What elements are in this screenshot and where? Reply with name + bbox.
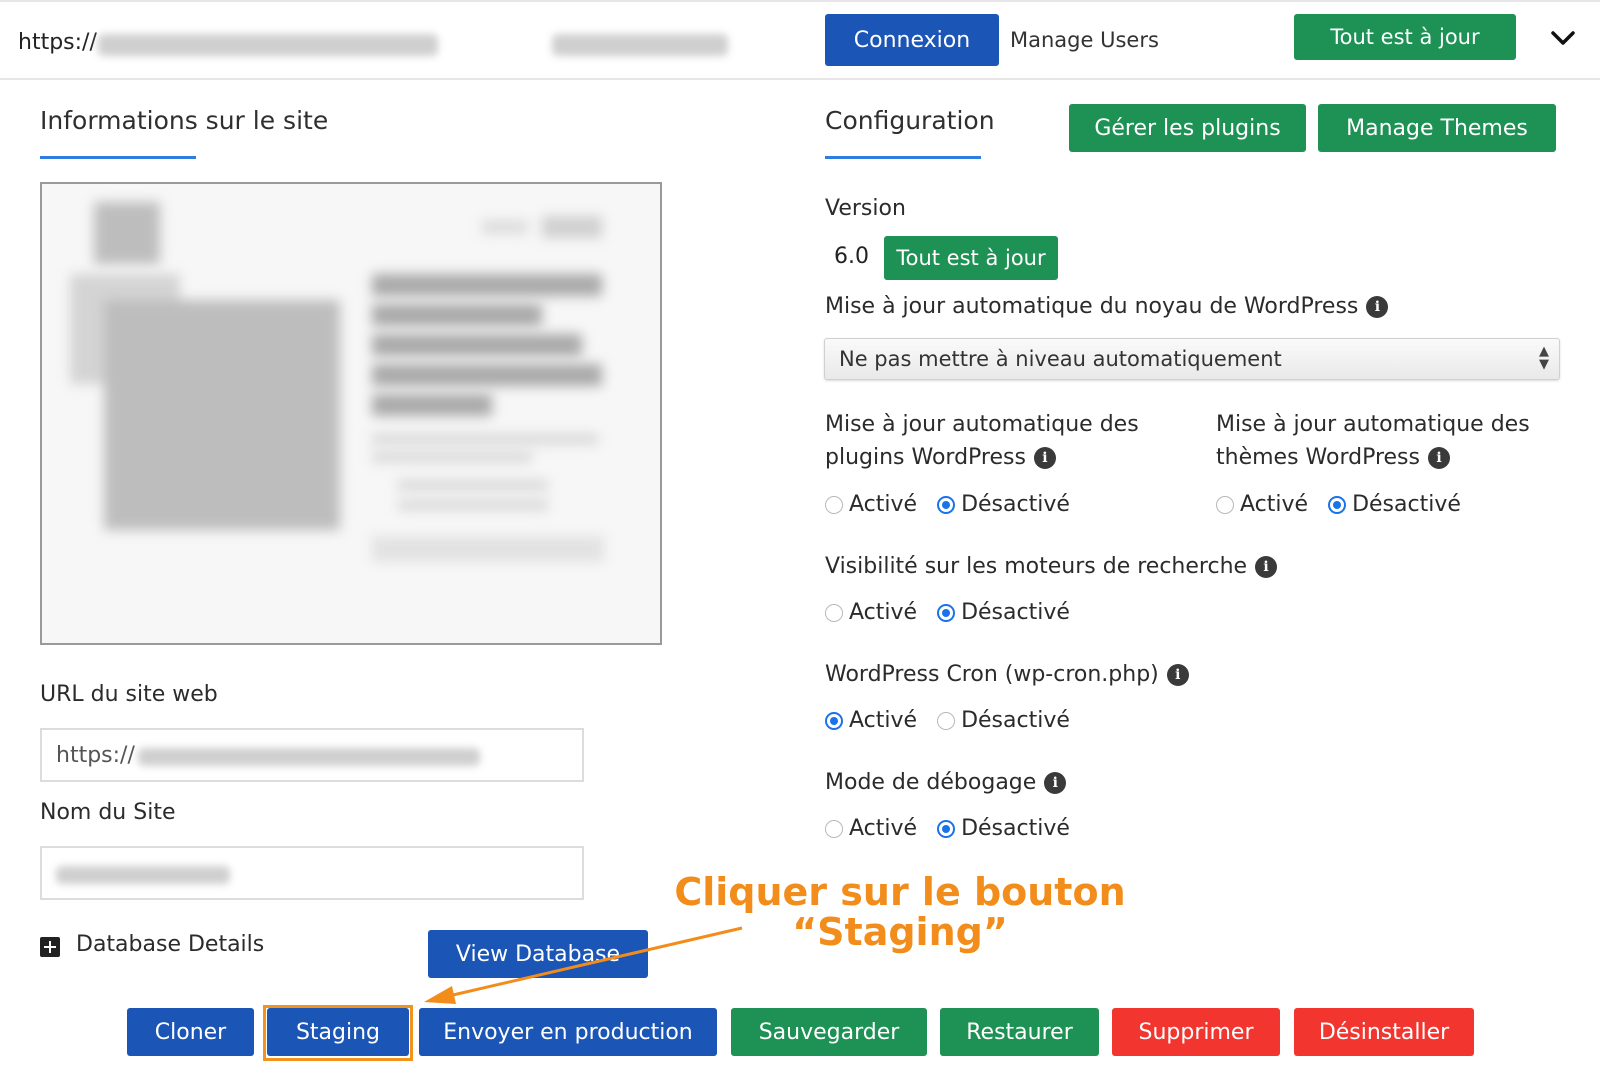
info-icon[interactable]: i bbox=[1033, 447, 1056, 469]
debug-label: Mode de débogage i bbox=[825, 766, 1067, 799]
themes-update-line2: thèmes WordPress bbox=[1216, 445, 1420, 470]
info-icon[interactable]: i bbox=[1427, 447, 1450, 469]
radio-label: Activé bbox=[1240, 492, 1309, 517]
annotation-line1: Cliquer sur le bouton bbox=[674, 870, 1126, 914]
url-input[interactable]: https:// bbox=[40, 728, 584, 782]
restore-button[interactable]: Restaurer bbox=[940, 1008, 1099, 1056]
radio-checked[interactable] bbox=[825, 711, 843, 730]
radio-unchecked[interactable] bbox=[825, 603, 843, 622]
delete-button[interactable]: Supprimer bbox=[1112, 1008, 1280, 1056]
core-update-label: Mise à jour automatique du noyau de Word… bbox=[825, 290, 1389, 323]
info-icon[interactable]: i bbox=[1044, 772, 1067, 794]
manage-plugins-button[interactable]: Gérer les plugins bbox=[1069, 104, 1306, 152]
login-button[interactable]: Connexion bbox=[825, 14, 999, 66]
themes-update-label: Mise à jour automatique des thèmes WordP… bbox=[1216, 408, 1530, 474]
info-icon[interactable]: i bbox=[1255, 556, 1278, 578]
debug-radios: Activé Désactivé bbox=[825, 816, 1090, 841]
radio-label: Activé bbox=[849, 492, 918, 517]
search-visibility-off[interactable]: Désactivé bbox=[937, 600, 1070, 625]
site-name-label: Nom du Site bbox=[40, 800, 176, 825]
site-info-underline bbox=[40, 156, 196, 159]
database-details-label[interactable]: Database Details bbox=[76, 932, 264, 957]
site-url-prefix: https:// bbox=[18, 30, 97, 55]
chevron-down-icon[interactable] bbox=[1548, 24, 1578, 54]
radio-unchecked[interactable] bbox=[1216, 495, 1234, 514]
site-name-input[interactable] bbox=[40, 846, 584, 900]
radio-label: Désactivé bbox=[961, 492, 1070, 517]
themes-update-on[interactable]: Activé bbox=[1216, 492, 1308, 517]
manage-users-link[interactable]: Manage Users bbox=[1010, 28, 1159, 52]
radio-checked[interactable] bbox=[937, 495, 956, 514]
core-update-select[interactable]: Ne pas mettre à niveau automatiquement ▲… bbox=[824, 338, 1560, 380]
core-update-selected: Ne pas mettre à niveau automatiquement bbox=[839, 347, 1282, 371]
blurred-site-name-value bbox=[56, 866, 230, 884]
radio-label: Activé bbox=[849, 708, 918, 733]
radio-label: Désactivé bbox=[961, 708, 1070, 733]
search-visibility-label: Visibilité sur les moteurs de recherche i bbox=[825, 550, 1278, 583]
backup-button[interactable]: Sauvegarder bbox=[731, 1008, 927, 1056]
blurred-site-url bbox=[98, 34, 438, 56]
debug-off[interactable]: Désactivé bbox=[937, 816, 1070, 841]
radio-label: Désactivé bbox=[961, 816, 1070, 841]
radio-label: Activé bbox=[849, 600, 918, 625]
themes-update-line1: Mise à jour automatique des bbox=[1216, 412, 1530, 437]
info-icon[interactable]: i bbox=[1366, 296, 1389, 318]
radio-checked[interactable] bbox=[937, 603, 956, 622]
clone-button[interactable]: Cloner bbox=[127, 1008, 254, 1056]
plugins-update-line2: plugins WordPress bbox=[825, 445, 1026, 470]
radio-checked[interactable] bbox=[1328, 495, 1347, 514]
radio-label: Désactivé bbox=[1352, 492, 1461, 517]
staging-highlight-box bbox=[263, 1005, 413, 1061]
debug-text: Mode de débogage bbox=[825, 770, 1037, 795]
top-bar: https:// Connexion Manage Users Tout est… bbox=[0, 0, 1600, 80]
url-label: URL du site web bbox=[40, 682, 218, 707]
expand-plus-icon[interactable] bbox=[40, 937, 60, 957]
themes-update-off[interactable]: Désactivé bbox=[1328, 492, 1461, 517]
site-info-title: Informations sur le site bbox=[40, 106, 329, 135]
debug-on[interactable]: Activé bbox=[825, 816, 917, 841]
manage-themes-button[interactable]: Manage Themes bbox=[1318, 104, 1556, 152]
plugins-update-radios: Activé Désactivé bbox=[825, 492, 1090, 517]
configuration-underline bbox=[825, 156, 981, 159]
annotation-line2: “Staging” bbox=[792, 910, 1008, 954]
configuration-title: Configuration bbox=[825, 106, 995, 135]
plugins-update-label: Mise à jour automatique des plugins Word… bbox=[825, 408, 1139, 474]
uninstall-button[interactable]: Désinstaller bbox=[1294, 1008, 1474, 1056]
select-arrows-icon: ▲ ▼ bbox=[1539, 344, 1549, 372]
cron-label: WordPress Cron (wp-cron.php) i bbox=[825, 658, 1189, 691]
cron-text: WordPress Cron (wp-cron.php) bbox=[825, 662, 1159, 687]
radio-checked[interactable] bbox=[937, 819, 956, 838]
radio-label: Activé bbox=[849, 816, 918, 841]
version-label: Version bbox=[825, 196, 906, 221]
cron-off[interactable]: Désactivé bbox=[937, 708, 1070, 733]
up-to-date-button[interactable]: Tout est à jour bbox=[1294, 14, 1516, 60]
radio-unchecked[interactable] bbox=[937, 711, 956, 730]
search-visibility-text: Visibilité sur les moteurs de recherche bbox=[825, 554, 1248, 579]
blurred-site-name bbox=[552, 34, 728, 56]
annotation-text: Cliquer sur le bouton “Staging” bbox=[660, 872, 1140, 952]
radio-unchecked[interactable] bbox=[825, 495, 843, 514]
version-status-button[interactable]: Tout est à jour bbox=[884, 236, 1058, 280]
site-preview-thumbnail bbox=[40, 182, 662, 645]
cron-radios: Activé Désactivé bbox=[825, 708, 1090, 733]
plugins-update-off[interactable]: Désactivé bbox=[937, 492, 1070, 517]
view-database-button[interactable]: View Database bbox=[428, 930, 648, 978]
search-visibility-radios: Activé Désactivé bbox=[825, 600, 1090, 625]
cron-on[interactable]: Activé bbox=[825, 708, 917, 733]
blurred-url-value bbox=[138, 748, 480, 766]
url-input-prefix: https:// bbox=[56, 743, 135, 768]
plugins-update-line1: Mise à jour automatique des bbox=[825, 412, 1139, 437]
info-icon[interactable]: i bbox=[1166, 664, 1189, 686]
radio-label: Désactivé bbox=[961, 600, 1070, 625]
search-visibility-on[interactable]: Activé bbox=[825, 600, 917, 625]
radio-unchecked[interactable] bbox=[825, 819, 843, 838]
version-value: 6.0 bbox=[834, 244, 869, 269]
themes-update-radios: Activé Désactivé bbox=[1216, 492, 1481, 517]
plugins-update-on[interactable]: Activé bbox=[825, 492, 917, 517]
push-to-production-button[interactable]: Envoyer en production bbox=[419, 1008, 717, 1056]
core-update-text: Mise à jour automatique du noyau de Word… bbox=[825, 294, 1359, 319]
